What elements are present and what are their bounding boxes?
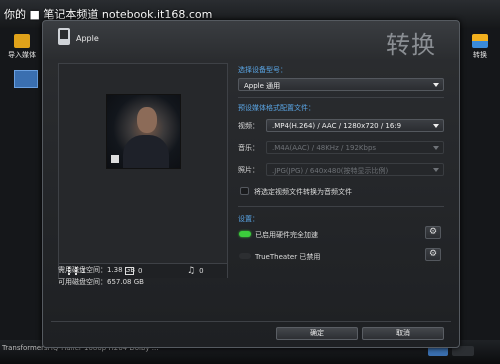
convert-dialog: Apple 转换 1 0 ♫ 0 需用磁盘空间：1.38 GB 可用磁盘空间：6… [42, 20, 460, 348]
chevron-down-icon [433, 83, 439, 87]
import-media-button[interactable]: 导入媒体 [2, 34, 42, 60]
device-model-select[interactable]: Apple 通用 [238, 78, 444, 91]
app-right-toolbar: 转换 [458, 28, 500, 348]
divider [51, 321, 451, 322]
audio-format-value: .M4A(AAC) / 48KHz / 192Kbps [272, 144, 377, 152]
device-name: Apple [76, 34, 99, 43]
convert-to-audio-checkbox[interactable] [240, 187, 249, 195]
gear-icon: ⚙ [428, 227, 438, 237]
thumbnail-suit [123, 135, 169, 168]
chevron-down-icon [433, 124, 439, 128]
device-model-value: Apple 通用 [244, 82, 281, 90]
hw-accel-toggle[interactable] [239, 231, 251, 237]
video-format-label: 视频： [238, 122, 259, 130]
import-media-label: 导入媒体 [8, 51, 36, 59]
truetheater-settings-button[interactable]: ⚙ [425, 248, 441, 261]
ok-button[interactable]: 确定 [276, 327, 358, 340]
truetheater-toggle[interactable] [239, 253, 251, 259]
video-format-value: .MP4(H.264) / AAC / 1280x720 / 16:9 [272, 122, 402, 130]
video-thumbnail [106, 94, 181, 169]
preset-label: 预设媒体格式配置文件： [238, 104, 315, 112]
gear-icon: ⚙ [428, 249, 438, 259]
music-note-icon: ♫ [187, 266, 196, 276]
photo-format-value: .JPG(JPG) / 640x480(按特显示比例) [272, 167, 389, 175]
convert-icon [472, 34, 488, 48]
divider [238, 206, 444, 207]
disk-required: 需用磁盘空间：1.38 GB [58, 266, 136, 274]
media-thumbnail-icon[interactable] [14, 70, 38, 88]
chevron-down-icon [433, 146, 439, 150]
audio-count: ♫ 0 [187, 266, 204, 276]
preview-panel: 1 0 ♫ 0 [58, 63, 228, 278]
device-model-label: 选择设备型号： [238, 66, 287, 74]
divider [238, 97, 444, 98]
cancel-button[interactable]: 取消 [362, 327, 444, 340]
photo-format-select[interactable]: .JPG(JPG) / 640x480(按特显示比例) [266, 163, 444, 176]
disk-available: 可用磁盘空间：657.08 GB [58, 278, 144, 286]
convert-tool-label: 转换 [473, 51, 487, 59]
convert-to-audio-label: 将选定视频文件转换为音频文件 [254, 188, 352, 196]
app-left-toolbar: 导入媒体 [0, 28, 45, 348]
video-format-select[interactable]: .MP4(H.264) / AAC / 1280x720 / 16:9 [266, 119, 444, 132]
convert-tool-button[interactable]: 转换 [460, 34, 500, 60]
hw-accel-label: 已启用硬件完全加速 [255, 231, 318, 239]
device-ipod-icon [58, 28, 70, 45]
truetheater-label: TrueTheater 已禁用 [255, 253, 321, 261]
import-media-icon [14, 34, 30, 48]
chevron-down-icon [433, 168, 439, 172]
hw-accel-settings-button[interactable]: ⚙ [425, 226, 441, 239]
thumbnail-face [137, 107, 157, 133]
audio-format-select[interactable]: .M4A(AAC) / 48KHz / 192Kbps [266, 141, 444, 154]
video-file-icon [111, 155, 119, 163]
audio-count-value: 0 [199, 267, 204, 275]
photo-format-label: 照片： [238, 166, 259, 174]
settings-label: 设置： [238, 215, 259, 223]
audio-format-label: 音乐： [238, 144, 259, 152]
dialog-big-title: 转换 [386, 31, 436, 59]
image-count-value: 0 [138, 267, 143, 275]
